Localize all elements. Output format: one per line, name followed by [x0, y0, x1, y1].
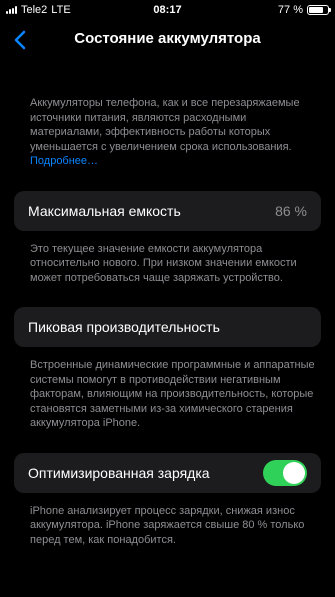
battery-health-content: Аккумуляторы телефона, как и все перезар…	[0, 96, 335, 547]
intro-text: Аккумуляторы телефона, как и все перезар…	[30, 97, 300, 153]
status-right: 77 %	[277, 4, 331, 16]
nav-bar: Состояние аккумулятора	[0, 24, 335, 56]
peak-performance-note: Встроенные динамические программные и ап…	[30, 359, 315, 429]
optimized-charging-label: Оптимизированная зарядка	[28, 464, 210, 481]
max-capacity-note: Это текущее значение емкости аккумулятор…	[30, 242, 297, 284]
battery-percent: 77 %	[277, 4, 303, 16]
battery-icon	[307, 5, 331, 15]
intro-description: Аккумуляторы телефона, как и все перезар…	[30, 96, 319, 169]
page-title: Состояние аккумулятора	[74, 30, 261, 47]
optimized-charging-note: iPhone анализирует процесс зарядки, сниж…	[30, 504, 305, 546]
peak-performance-row: Пиковая производительность	[14, 307, 321, 347]
max-capacity-row: Максимальная емкость 86 %	[14, 190, 321, 231]
optimized-charging-row: Оптимизированная зарядка	[14, 452, 321, 493]
toggle-knob	[283, 461, 305, 484]
status-bar: Tele2 LTE 08:17 77 %	[0, 0, 335, 20]
max-capacity-label: Максимальная емкость	[28, 202, 181, 219]
battery-fill	[309, 7, 323, 13]
optimized-charging-toggle[interactable]	[263, 459, 307, 486]
learn-more-link[interactable]: Подробнее…	[30, 155, 98, 167]
max-capacity-value: 86 %	[275, 202, 307, 219]
peak-performance-label: Пиковая производительность	[28, 319, 220, 335]
